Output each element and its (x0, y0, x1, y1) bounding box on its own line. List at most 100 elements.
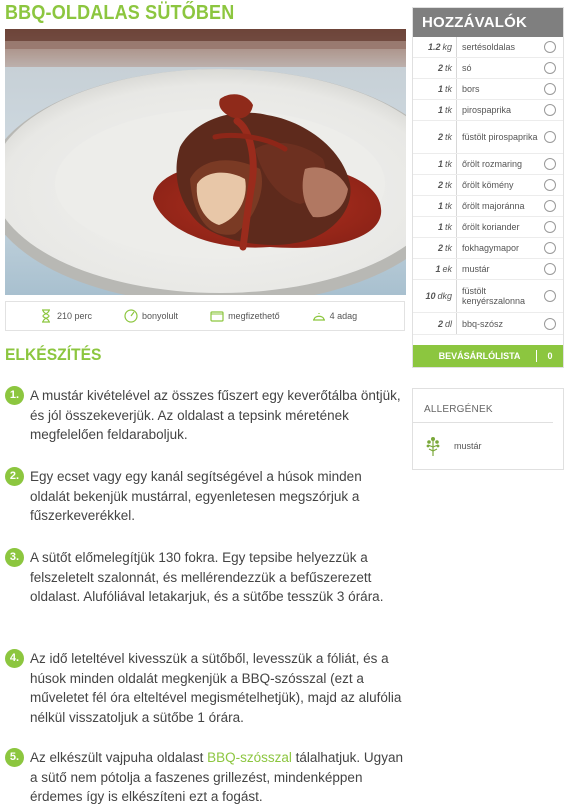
ingredient-unit: tk (444, 201, 452, 211)
step-4: 4. Az idő leteltével kivesszük a sütőből… (5, 649, 405, 727)
ingredient-amount: 1.2 kg (413, 37, 457, 57)
ingredient-checkbox[interactable] (544, 158, 556, 170)
ingredient-row: 2 tk fokhagymapor (413, 238, 563, 259)
ingredient-amount-value: 1 (437, 222, 443, 232)
cooking-time-value: 210 perc (57, 311, 93, 321)
ingredient-amount: 2 tk (413, 175, 457, 195)
ingredient-checkbox[interactable] (544, 131, 556, 143)
ingredient-checkbox[interactable] (544, 41, 556, 53)
servings-value: 4 adag (329, 311, 358, 321)
ingredient-amount-value: 1.2 (427, 42, 441, 52)
ingredient-row: 2 tk őrölt kömény (413, 175, 563, 196)
ingredient-unit: tk (444, 105, 452, 115)
ingredient-checkbox[interactable] (544, 200, 556, 212)
ingredient-name: só (462, 63, 472, 73)
recipe-meta-bar: 210 perc bonyolult megfizethető 4 adag (5, 301, 405, 331)
ingredient-name: őrölt kömény (462, 180, 514, 190)
step-text: Az idő leteltével kivesszük a sütőből, l… (30, 651, 402, 725)
ingredient-row: 1 tk bors (413, 79, 563, 100)
ingredient-amount-value: 10 (425, 291, 436, 301)
difficulty-gauge-icon (124, 309, 138, 323)
page-title: BBQ-OLDALAS SÜTŐBEN (5, 2, 235, 24)
ingredients-list: 1.2 kg sertésoldalas 2 tk só 1 tk bors 1 tk pirospa… (413, 37, 563, 335)
step-text: Az elkészült vajpuha oldalast BBQ-szóssz… (30, 748, 405, 807)
ingredient-checkbox[interactable] (544, 62, 556, 74)
ingredient-row: 1 tk pirospaprika (413, 100, 563, 121)
plated-bbq-ribs-photo (5, 29, 406, 295)
ingredient-amount: 1 tk (413, 79, 457, 99)
difficulty-value: bonyolult (142, 311, 179, 321)
ingredient-amount-value: 2 (437, 132, 443, 142)
ingredient-unit: dl (444, 318, 452, 329)
ingredient-checkbox[interactable] (544, 83, 556, 95)
allergens-title: ALLERGÉNEK (413, 389, 553, 423)
ingredients-panel: HOZZÁVALÓK 1.2 kg sertésoldalas 2 tk só 1 tk bor… (412, 7, 564, 368)
step-3: 3. A sütőt előmelegítjük 130 fokra. Egy … (5, 548, 405, 607)
ingredient-amount: 1 tk (413, 154, 457, 174)
ingredient-checkbox[interactable] (544, 317, 556, 330)
step-number: 1. (5, 386, 24, 405)
step-number: 4. (5, 649, 24, 668)
ingredient-row: 1.2 kg sertésoldalas (413, 37, 563, 58)
ingredient-row: 1 ek mustár (413, 259, 563, 280)
ingredient-amount-value: 1 (437, 105, 443, 115)
ingredient-name: mustár (462, 264, 490, 274)
ingredient-checkbox[interactable] (544, 104, 556, 116)
ingredient-unit: tk (444, 159, 452, 169)
ingredient-row: 2 dl bbq-szósz (413, 313, 563, 335)
ingredient-amount: 2 dl (413, 313, 457, 334)
ingredient-unit: tk (444, 84, 452, 94)
difficulty: bonyolult (124, 309, 178, 323)
ingredient-amount: 2 tk (413, 58, 457, 78)
mustard-plant-icon (426, 437, 440, 456)
ingredient-amount-value: 1 (437, 84, 443, 94)
hourglass-icon (42, 309, 50, 323)
allergen-name: mustár (454, 441, 482, 451)
price-value: megfizethető (228, 311, 280, 321)
servings: 4 adag (312, 309, 358, 323)
ingredient-amount-value: 1 (437, 159, 443, 169)
ingredient-checkbox[interactable] (544, 242, 556, 254)
ingredient-unit: dkg (437, 291, 452, 301)
recipe-photo (5, 29, 406, 295)
ingredient-amount-value: 2 (437, 243, 443, 253)
cloche-icon (312, 313, 325, 321)
cooking-time: 210 perc (39, 309, 92, 323)
ingredient-unit: kg (442, 42, 452, 52)
step-number: 2. (5, 467, 24, 486)
bbq-sauce-link[interactable]: BBQ-szósszal (207, 750, 292, 765)
ingredient-amount: 2 tk (413, 121, 457, 153)
step-text-start: Az elkészült vajpuha oldalast (30, 750, 208, 765)
step-5: 5. Az elkészült vajpuha oldalast BBQ-szó… (5, 748, 405, 807)
ingredient-amount-value: 2 (437, 318, 443, 329)
ingredient-name: füstölt kenyérszalonna (462, 286, 526, 306)
shopping-list-button[interactable]: BEVÁSÁRLÓLISTA 0 (413, 345, 563, 367)
ingredient-checkbox[interactable] (544, 290, 556, 302)
step-1: 1. A mustár kivételével az összes fűszer… (5, 386, 405, 445)
ingredients-title: HOZZÁVALÓK (413, 8, 563, 37)
ingredient-unit: tk (444, 132, 452, 142)
ingredient-name: pirospaprika (462, 105, 512, 115)
ingredient-checkbox[interactable] (544, 263, 556, 275)
ingredient-unit: tk (444, 180, 452, 190)
ingredient-checkbox[interactable] (544, 179, 556, 191)
ingredient-name: sertésoldalas (462, 42, 516, 52)
wallet-icon (210, 311, 224, 322)
ingredient-name: fokhagymapor (462, 243, 520, 253)
ingredient-amount-value: 2 (437, 180, 443, 190)
ingredient-amount: 1 tk (413, 100, 457, 120)
price-level: megfizethető (210, 309, 280, 323)
allergens-panel: ALLERGÉNEK mustár (412, 388, 564, 470)
preparation-title: ELKÉSZÍTÉS (5, 345, 102, 364)
ingredient-checkbox[interactable] (544, 221, 556, 233)
ingredient-row: 2 tk só (413, 58, 563, 79)
ingredient-amount: 1 tk (413, 217, 457, 237)
ingredient-unit: tk (444, 243, 452, 253)
step-text: A sütőt előmelegítjük 130 fokra. Egy tep… (30, 550, 384, 604)
ingredient-unit: tk (444, 63, 452, 73)
ingredient-amount: 10 dkg (413, 280, 457, 312)
shopping-list-count: 0 (547, 351, 553, 361)
ingredient-amount-value: 1 (435, 264, 441, 274)
ingredient-row: 1 tk őrölt rozmaring (413, 154, 563, 175)
ingredient-name: őrölt koriander (462, 222, 520, 232)
